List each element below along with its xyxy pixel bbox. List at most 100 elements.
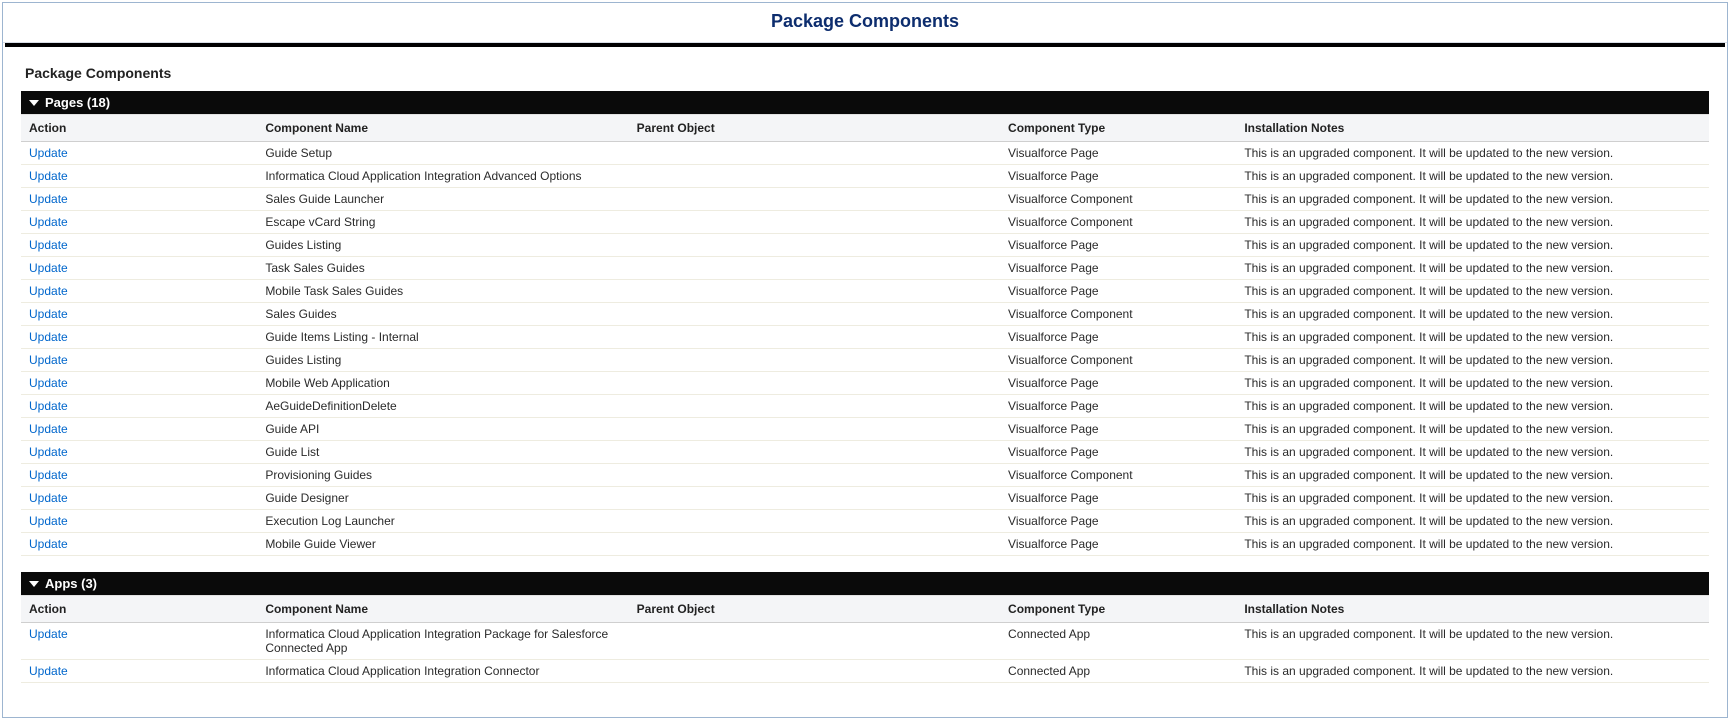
cell-action: Update — [21, 349, 257, 372]
cell-component-name: Execution Log Launcher — [257, 510, 628, 533]
update-link[interactable]: Update — [29, 537, 68, 551]
update-link[interactable]: Update — [29, 169, 68, 183]
cell-install-notes: This is an upgraded component. It will b… — [1236, 418, 1709, 441]
scroll-area[interactable]: Package Components Pages (18) Action Com… — [5, 43, 1725, 717]
cell-action: Update — [21, 280, 257, 303]
update-link[interactable]: Update — [29, 238, 68, 252]
caret-down-icon — [29, 581, 39, 587]
section-title-pages: Pages (18) — [45, 95, 110, 110]
update-link[interactable]: Update — [29, 146, 68, 160]
cell-action: Update — [21, 510, 257, 533]
update-link[interactable]: Update — [29, 215, 68, 229]
cell-component-name: Guides Listing — [257, 234, 628, 257]
cell-action: Update — [21, 326, 257, 349]
cell-install-notes: This is an upgraded component. It will b… — [1236, 441, 1709, 464]
cell-action: Update — [21, 165, 257, 188]
table-row: UpdateGuide ListVisualforce PageThis is … — [21, 441, 1709, 464]
update-link[interactable]: Update — [29, 330, 68, 344]
cell-component-type: Visualforce Component — [1000, 188, 1236, 211]
table-row: UpdateGuide APIVisualforce PageThis is a… — [21, 418, 1709, 441]
col-parent-object: Parent Object — [629, 115, 1000, 142]
cell-install-notes: This is an upgraded component. It will b… — [1236, 211, 1709, 234]
update-link[interactable]: Update — [29, 445, 68, 459]
cell-parent-object — [629, 533, 1000, 556]
cell-install-notes: This is an upgraded component. It will b… — [1236, 257, 1709, 280]
update-link[interactable]: Update — [29, 514, 68, 528]
cell-component-type: Visualforce Page — [1000, 234, 1236, 257]
cell-component-type: Visualforce Page — [1000, 510, 1236, 533]
cell-component-name: Sales Guides — [257, 303, 628, 326]
cell-install-notes: This is an upgraded component. It will b… — [1236, 142, 1709, 165]
col-action: Action — [21, 115, 257, 142]
cell-component-type: Visualforce Page — [1000, 372, 1236, 395]
cell-install-notes: This is an upgraded component. It will b… — [1236, 464, 1709, 487]
table-row: UpdateMobile Task Sales GuidesVisualforc… — [21, 280, 1709, 303]
cell-action: Update — [21, 660, 257, 683]
cell-component-name: Guide List — [257, 441, 628, 464]
table-row: UpdateMobile Web ApplicationVisualforce … — [21, 372, 1709, 395]
cell-action: Update — [21, 395, 257, 418]
cell-install-notes: This is an upgraded component. It will b… — [1236, 280, 1709, 303]
cell-parent-object — [629, 257, 1000, 280]
update-link[interactable]: Update — [29, 261, 68, 275]
cell-install-notes: This is an upgraded component. It will b… — [1236, 326, 1709, 349]
update-link[interactable]: Update — [29, 353, 68, 367]
cell-parent-object — [629, 464, 1000, 487]
cell-component-name: Guide Items Listing - Internal — [257, 326, 628, 349]
col-parent-object: Parent Object — [629, 596, 1000, 623]
cell-parent-object — [629, 372, 1000, 395]
cell-action: Update — [21, 418, 257, 441]
cell-action: Update — [21, 188, 257, 211]
cell-install-notes: This is an upgraded component. It will b… — [1236, 660, 1709, 683]
section-title-apps: Apps (3) — [45, 576, 97, 591]
update-link[interactable]: Update — [29, 627, 68, 641]
cell-action: Update — [21, 623, 257, 660]
cell-component-name: Mobile Task Sales Guides — [257, 280, 628, 303]
cell-component-type: Connected App — [1000, 623, 1236, 660]
cell-component-type: Visualforce Page — [1000, 418, 1236, 441]
cell-install-notes: This is an upgraded component. It will b… — [1236, 165, 1709, 188]
cell-action: Update — [21, 142, 257, 165]
cell-parent-object — [629, 623, 1000, 660]
section-header-pages[interactable]: Pages (18) — [21, 91, 1709, 114]
update-link[interactable]: Update — [29, 468, 68, 482]
cell-component-type: Visualforce Component — [1000, 464, 1236, 487]
update-link[interactable]: Update — [29, 422, 68, 436]
table-row: UpdateGuides ListingVisualforce Componen… — [21, 349, 1709, 372]
table-row: UpdateAeGuideDefinitionDeleteVisualforce… — [21, 395, 1709, 418]
cell-install-notes: This is an upgraded component. It will b… — [1236, 533, 1709, 556]
update-link[interactable]: Update — [29, 307, 68, 321]
cell-parent-object — [629, 487, 1000, 510]
update-link[interactable]: Update — [29, 192, 68, 206]
update-link[interactable]: Update — [29, 284, 68, 298]
table-row: UpdateProvisioning GuidesVisualforce Com… — [21, 464, 1709, 487]
cell-component-type: Visualforce Component — [1000, 349, 1236, 372]
cell-install-notes: This is an upgraded component. It will b… — [1236, 303, 1709, 326]
cell-component-type: Visualforce Page — [1000, 533, 1236, 556]
table-row: UpdateSales Guide LauncherVisualforce Co… — [21, 188, 1709, 211]
cell-parent-object — [629, 510, 1000, 533]
update-link[interactable]: Update — [29, 664, 68, 678]
cell-component-name: Informatica Cloud Application Integratio… — [257, 623, 628, 660]
col-install-notes: Installation Notes — [1236, 596, 1709, 623]
update-link[interactable]: Update — [29, 376, 68, 390]
update-link[interactable]: Update — [29, 399, 68, 413]
table-row: UpdateMobile Guide ViewerVisualforce Pag… — [21, 533, 1709, 556]
cell-install-notes: This is an upgraded component. It will b… — [1236, 234, 1709, 257]
cell-component-name: Guide Setup — [257, 142, 628, 165]
table-row: UpdateSales GuidesVisualforce ComponentT… — [21, 303, 1709, 326]
cell-component-name: AeGuideDefinitionDelete — [257, 395, 628, 418]
cell-parent-object — [629, 441, 1000, 464]
col-component-type: Component Type — [1000, 115, 1236, 142]
col-component-type: Component Type — [1000, 596, 1236, 623]
caret-down-icon — [29, 100, 39, 106]
col-component-name: Component Name — [257, 596, 628, 623]
cell-parent-object — [629, 660, 1000, 683]
cell-parent-object — [629, 303, 1000, 326]
section-header-apps[interactable]: Apps (3) — [21, 572, 1709, 595]
cell-action: Update — [21, 441, 257, 464]
cell-component-type: Visualforce Page — [1000, 257, 1236, 280]
cell-component-name: Guide Designer — [257, 487, 628, 510]
table-row: UpdateTask Sales GuidesVisualforce PageT… — [21, 257, 1709, 280]
update-link[interactable]: Update — [29, 491, 68, 505]
